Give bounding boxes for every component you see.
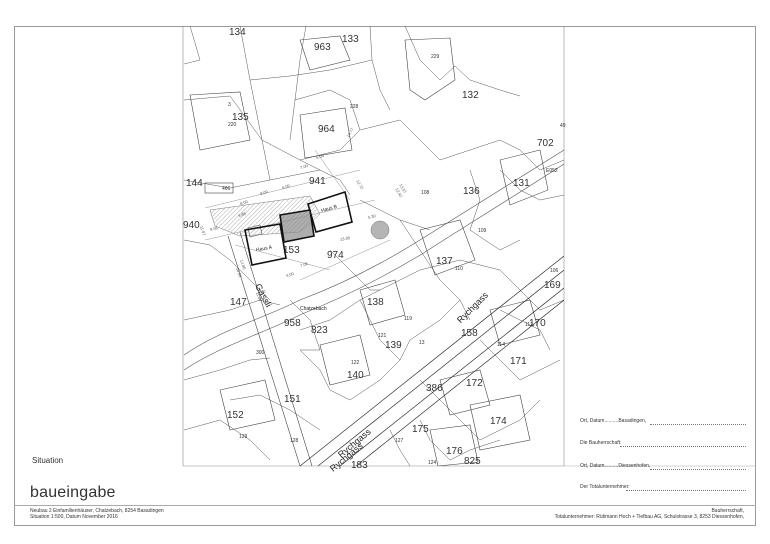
parcel-label: 170	[529, 318, 546, 329]
signature-label-contractor: Der Totalunternehmer:	[580, 484, 630, 490]
parcel-label: 941	[309, 176, 326, 187]
parcel-label: 169	[544, 280, 561, 291]
parcel-label: 175	[412, 424, 429, 435]
parcel-boundaries	[183, 26, 564, 466]
parcel-label: 386	[426, 383, 443, 394]
parcel-label: 134	[229, 27, 246, 38]
parcel-label: 132	[462, 90, 479, 101]
parcel-label: 110	[455, 266, 463, 272]
parcel-label: 174	[490, 416, 507, 427]
parcel-label: 823	[311, 325, 328, 336]
sheet-title: baueingabe	[30, 484, 116, 501]
parcel-label: 136	[463, 186, 480, 197]
parcel-label: 158	[461, 328, 478, 339]
house-link-outline	[279, 209, 315, 243]
parcel-label: 124	[428, 460, 437, 466]
parcel-label: E052	[546, 168, 558, 174]
tree-symbol	[370, 220, 390, 240]
parcel-label: 129	[239, 434, 248, 440]
stream-label: Chatzebach	[300, 306, 327, 312]
parcel-label: 3	[228, 102, 231, 108]
parcel-label: 940	[183, 220, 200, 231]
parcel-label: 176	[446, 446, 463, 457]
parcel-label: 958	[284, 318, 301, 329]
parcel-label: 147	[230, 297, 247, 308]
parcel-label: 114	[497, 342, 505, 348]
signature-line-3	[650, 469, 746, 470]
parcel-label: 106	[550, 268, 559, 274]
parcel-label: 825	[464, 456, 481, 467]
title-rule	[14, 505, 756, 506]
parcel-label: 153	[283, 245, 300, 256]
parcel-label: 122	[351, 360, 360, 366]
footer-contractor: Totalunternehmer: Rütimann Hoch + Tiefba…	[554, 514, 744, 520]
parcel-label: 137	[436, 256, 453, 267]
parcel-label: 109	[478, 228, 487, 234]
parcel-label: 133	[342, 34, 359, 45]
parcel-label: 183	[351, 460, 368, 471]
parcel-label: 963	[314, 42, 331, 53]
parcel-label: 151	[284, 394, 301, 405]
parcel-label: 144	[186, 178, 203, 189]
project-line-2: Situation 1:500, Datum November 2016	[30, 514, 118, 520]
plan-sheet: 134 963 133 229 132 135 3 228 220 964 702 49 144 466 9…	[0, 0, 770, 544]
parcel-label: 121	[378, 333, 387, 339]
parcel-label: 139	[385, 340, 402, 351]
parcel-label: 128	[290, 438, 299, 444]
parcel-label: 49	[560, 123, 566, 129]
parcel-label: 127	[395, 438, 404, 444]
signature-line-2	[620, 446, 746, 447]
signature-label-client: Die Bauherrschaft:	[580, 440, 622, 446]
parcel-label: 300	[256, 350, 265, 356]
parcel-label: 466	[222, 186, 231, 192]
signature-label-place-date-2: Ort, Datum..........Diessenhofen,	[580, 463, 651, 469]
parcel-label: 702	[537, 138, 554, 149]
parcel-label: 974	[327, 250, 344, 261]
parcel-label: 152	[227, 410, 244, 421]
parcel-label: 220	[228, 122, 237, 128]
parcel-label: 108	[421, 190, 430, 196]
parcel-label: 131	[513, 178, 530, 189]
signature-label-place-date-1: Ort, Datum..........Basadingen,	[580, 418, 647, 424]
parcel-label: 119	[404, 316, 412, 322]
parcel-label: 140	[347, 370, 364, 381]
neighbour-buildings	[189, 35, 549, 466]
parcel-label: 229	[431, 54, 440, 60]
parcel-label: 171	[510, 356, 527, 367]
parcel-label: 964	[318, 124, 335, 135]
parcel-label: 13	[419, 340, 425, 346]
parcel-label: 228	[350, 104, 359, 110]
parcel-label: 172	[466, 378, 483, 389]
signature-line-1	[650, 424, 746, 425]
section-label: Situation	[32, 456, 64, 465]
parcel-label: 138	[367, 297, 384, 308]
site-plan-map	[182, 26, 756, 467]
signature-line-4	[626, 490, 746, 491]
